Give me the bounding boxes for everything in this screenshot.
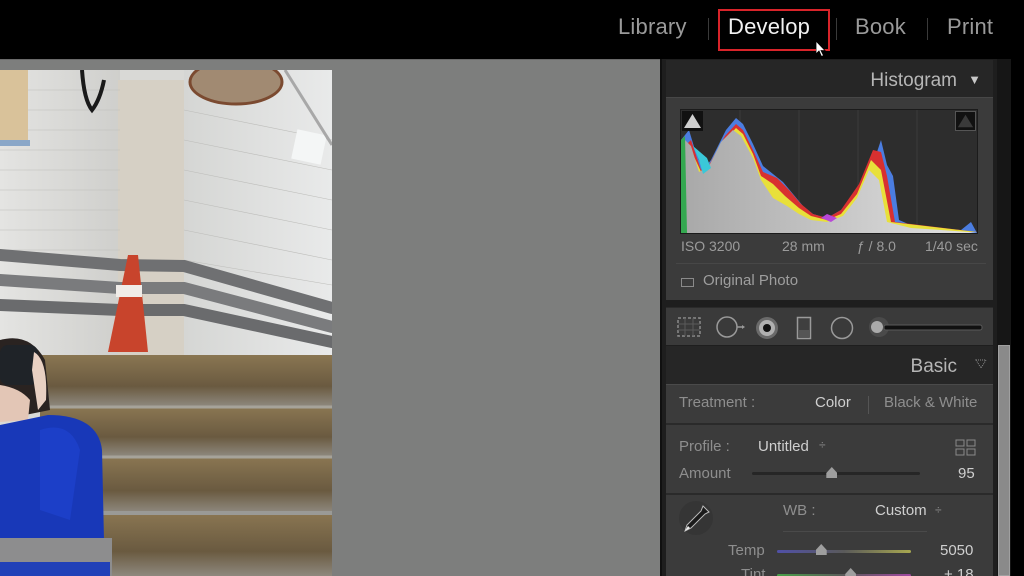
adjustment-brush-icon[interactable] — [868, 316, 986, 338]
module-print[interactable]: Print — [947, 14, 993, 40]
histogram-divider — [676, 263, 986, 264]
spot-removal-icon[interactable] — [715, 316, 745, 338]
exif-focal-length: 28 mm — [782, 238, 825, 254]
row-divider — [666, 423, 993, 425]
develop-highlight-box — [718, 9, 830, 51]
treatment-color-option[interactable]: Color — [815, 394, 851, 411]
mouse-cursor-icon — [816, 41, 826, 57]
original-photo-label: Original Photo — [703, 272, 799, 289]
shadow-clipping-icon — [684, 114, 701, 128]
tint-value[interactable]: + 18 — [944, 566, 974, 576]
temp-label: Temp — [728, 542, 765, 559]
crop-overlay-icon[interactable] — [676, 316, 702, 338]
row-divider — [666, 493, 993, 495]
wb-label: WB : — [783, 502, 816, 519]
module-book[interactable]: Book — [855, 14, 906, 40]
exif-shutter: 1/40 sec — [925, 238, 978, 254]
wb-eyedropper-icon[interactable] — [677, 500, 715, 536]
basic-title: Basic — [910, 356, 957, 377]
photo-canvas[interactable] — [0, 59, 660, 576]
temp-slider[interactable] — [777, 550, 911, 553]
profile-stepper-icon[interactable]: ÷ — [819, 438, 826, 452]
treatment-label: Treatment : — [679, 394, 756, 411]
amount-label: Amount — [679, 465, 731, 482]
histogram-title: Histogram — [870, 70, 957, 91]
shadow-clipping-toggle[interactable] — [682, 111, 703, 131]
wb-stepper-icon[interactable]: ÷ — [935, 503, 942, 517]
profile-value[interactable]: Untitled — [758, 438, 809, 455]
triangle-down-icon[interactable]: ▼ — [968, 72, 981, 87]
module-separator — [708, 18, 709, 40]
red-eye-icon[interactable] — [755, 316, 779, 340]
wb-divider — [783, 531, 927, 532]
histogram-header[interactable]: Histogram ▼ — [666, 60, 993, 100]
temp-value[interactable]: 5050 — [940, 542, 973, 559]
profile-browser-icon[interactable] — [955, 439, 977, 457]
module-separator — [836, 18, 837, 40]
basic-header[interactable]: Basic — [666, 346, 993, 386]
profile-label: Profile : — [679, 438, 730, 455]
exif-iso: ISO 3200 — [681, 238, 741, 254]
tint-label: Tint — [741, 566, 766, 576]
histogram-graph[interactable] — [680, 109, 978, 234]
highlight-clipping-icon — [957, 114, 974, 128]
exif-aperture: ƒ / 8.0 — [857, 238, 896, 254]
module-separator — [927, 18, 928, 40]
amount-value[interactable]: 95 — [958, 465, 975, 482]
module-picker: Library Develop Book Print — [0, 0, 1024, 59]
photo-preview[interactable] — [0, 70, 332, 576]
radial-filter-icon[interactable] — [830, 316, 854, 340]
treatment-bw-option[interactable]: Black & White — [884, 394, 977, 411]
wb-value[interactable]: Custom — [875, 502, 927, 519]
photo-image — [0, 70, 332, 576]
module-library[interactable]: Library — [618, 14, 687, 40]
treatment-separator — [868, 396, 869, 414]
highlight-clipping-toggle[interactable] — [955, 111, 976, 131]
graduated-filter-icon[interactable] — [796, 316, 812, 340]
panel-solo-triangle-icon[interactable] — [975, 359, 987, 369]
original-photo-checkbox[interactable] — [681, 278, 694, 287]
panel-scrollbar-thumb[interactable] — [998, 345, 1010, 576]
